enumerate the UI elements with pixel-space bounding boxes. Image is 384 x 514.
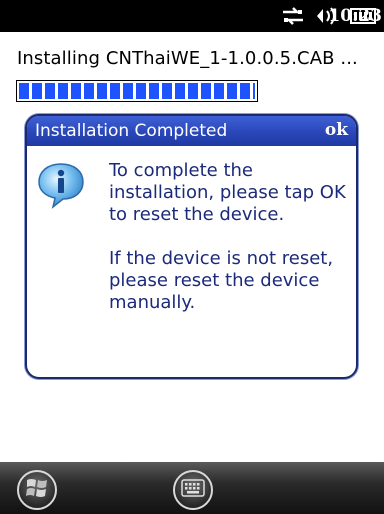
keyboard-icon: [181, 479, 205, 501]
dialog-message: To complete the installation, please tap…: [109, 160, 349, 314]
message-paragraph-2: If the device is not reset, please reset…: [109, 248, 334, 313]
installing-status-text: Installing CNThaiWE_1-1.0.0.5.CAB ...: [17, 48, 358, 69]
windows-start-icon: [25, 476, 49, 504]
installation-completed-dialog: Installation Completed ok To complete th…: [25, 114, 358, 379]
ok-button[interactable]: ok: [325, 120, 348, 140]
dialog-body: To complete the installation, please tap…: [27, 146, 356, 377]
screen: 10:23 Installing CNThaiWE_1-1.0.0.5.CAB …: [0, 0, 384, 514]
windows-start-button[interactable]: [17, 470, 57, 510]
info-icon: [35, 160, 87, 212]
clock-time[interactable]: 10:23: [328, 0, 382, 32]
keyboard-button[interactable]: [173, 470, 213, 510]
dialog-title: Installation Completed: [35, 121, 228, 141]
dialog-titlebar: Installation Completed ok: [27, 116, 356, 146]
data-sync-icon[interactable]: [280, 0, 306, 32]
bottom-taskbar: [0, 462, 384, 514]
status-bar: 10:23: [0, 0, 384, 32]
message-paragraph-1: To complete the installation, please tap…: [109, 160, 346, 225]
install-progress-fill: [19, 83, 255, 99]
install-progress-bar: [16, 80, 258, 102]
